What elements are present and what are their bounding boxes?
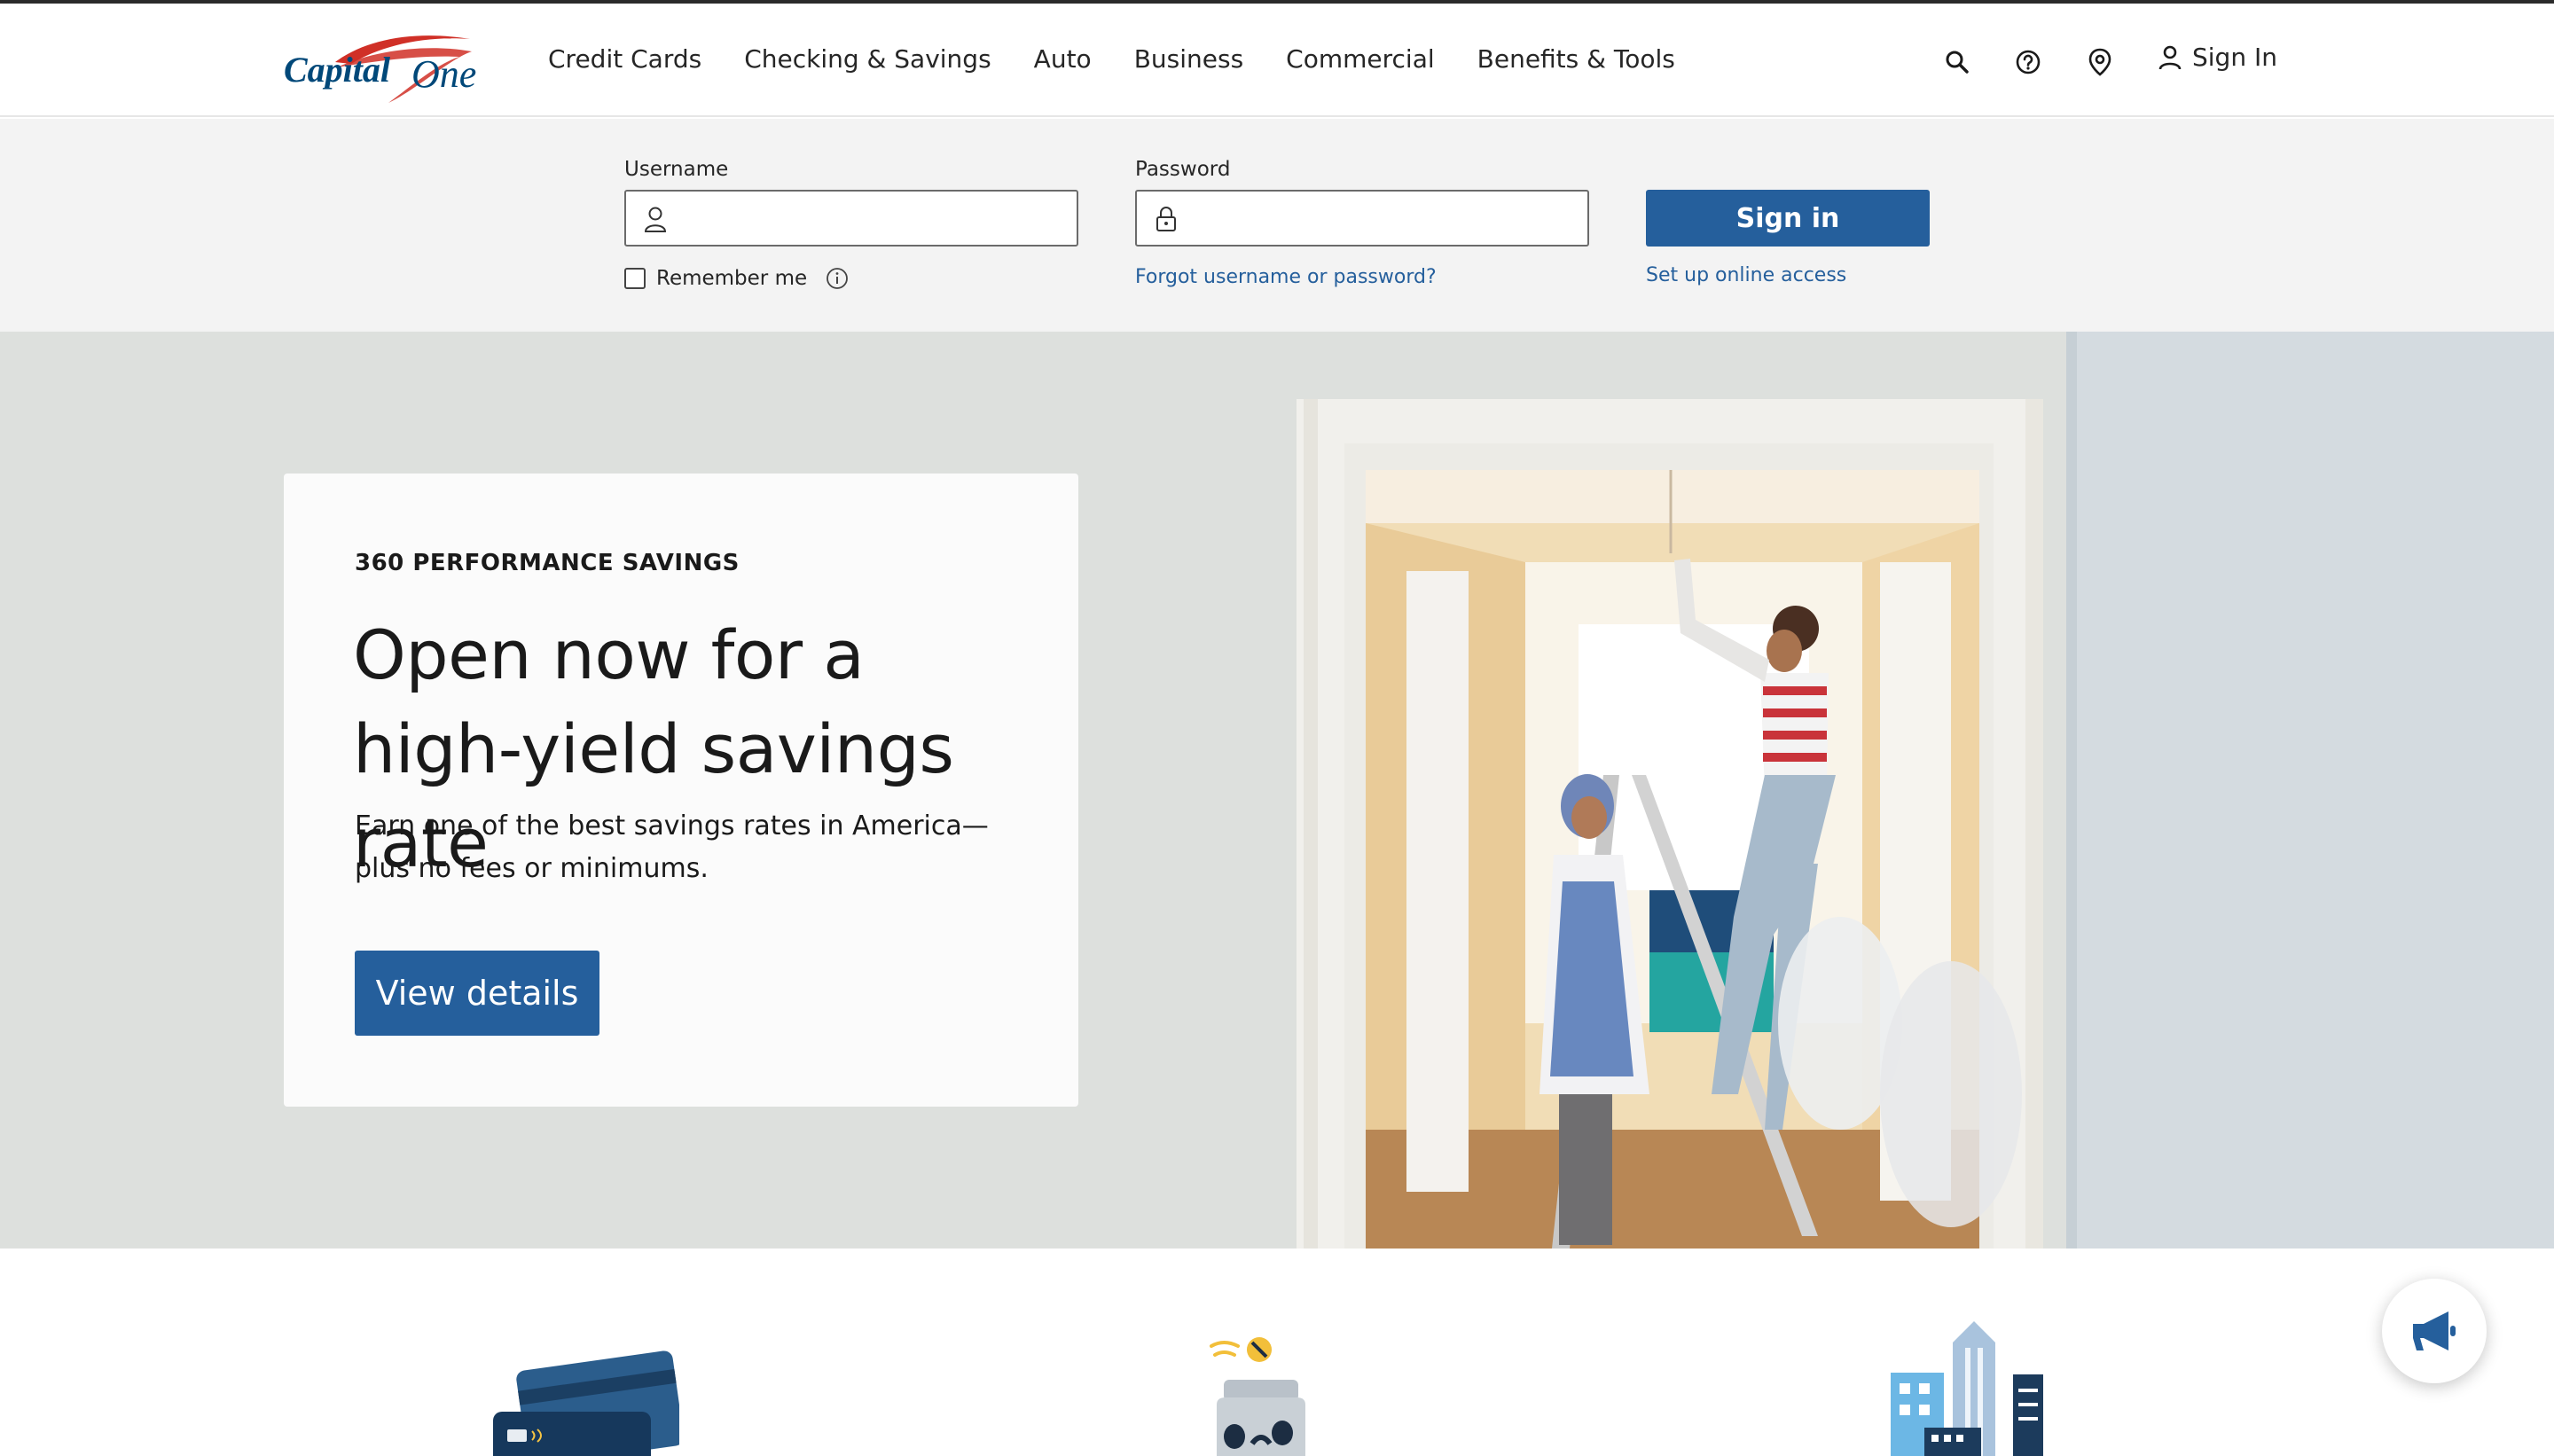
username-label: Username	[624, 158, 729, 181]
location-pin-icon[interactable]	[2088, 44, 2112, 80]
lock-icon	[1156, 207, 1176, 231]
header-sign-in-label: Sign In	[2192, 43, 2277, 72]
remember-me-checkbox[interactable]	[624, 268, 646, 289]
sign-in-button[interactable]: Sign in	[1646, 190, 1930, 247]
password-input[interactable]	[1190, 199, 1573, 238]
feedback-button[interactable]	[2382, 1279, 2487, 1383]
nav-business[interactable]: Business	[1134, 44, 1243, 74]
info-icon[interactable]	[825, 266, 850, 291]
megaphone-icon	[2413, 1311, 2456, 1350]
nav-credit-cards[interactable]: Credit Cards	[548, 44, 701, 74]
site-header: Capital One Credit Cards Checking & Savi…	[0, 4, 2554, 117]
promo-subcopy: Earn one of the best savings rates in Am…	[355, 810, 989, 884]
login-bar: Username Password Sign in Remember me Fo…	[0, 119, 2554, 332]
nav-auto[interactable]: Auto	[1034, 44, 1092, 74]
promo-card: 360 PERFORMANCE SAVINGS Open now for a h…	[284, 474, 1078, 1107]
main-nav: Credit Cards Checking & Savings Auto Bus…	[548, 44, 1718, 74]
password-field-wrapper	[1135, 190, 1589, 247]
promo-eyebrow: 360 PERFORMANCE SAVINGS	[355, 550, 740, 576]
logo-text-one: One	[411, 52, 476, 96]
logo-text-capital: Capital	[284, 50, 391, 90]
username-input[interactable]	[679, 199, 1062, 238]
hero-banner: 360 PERFORMANCE SAVINGS Open now for a h…	[0, 332, 2554, 1249]
password-label: Password	[1135, 158, 1231, 181]
view-details-button[interactable]: View details	[355, 951, 599, 1036]
nav-benefits-tools[interactable]: Benefits & Tools	[1477, 44, 1675, 74]
product-illustrations	[0, 1249, 2554, 1456]
remember-me: Remember me	[624, 266, 850, 291]
nav-checking-savings[interactable]: Checking & Savings	[744, 44, 991, 74]
credit-cards-illustration	[493, 1350, 679, 1456]
savings-jar-illustration	[1210, 1337, 1305, 1456]
header-sign-in[interactable]: Sign In	[2158, 43, 2277, 72]
setup-online-access-link[interactable]: Set up online access	[1646, 264, 1846, 286]
search-icon[interactable]	[1944, 44, 1970, 80]
username-field-wrapper	[624, 190, 1078, 247]
help-icon[interactable]	[2015, 44, 2041, 80]
forgot-credentials-link[interactable]: Forgot username or password?	[1135, 266, 1437, 288]
capital-one-logo[interactable]: Capital One	[282, 28, 481, 105]
remember-me-label: Remember me	[656, 267, 808, 290]
nav-commercial[interactable]: Commercial	[1286, 44, 1434, 74]
city-buildings-illustration	[1891, 1321, 2043, 1456]
user-icon	[644, 207, 667, 232]
user-icon	[2158, 45, 2182, 69]
